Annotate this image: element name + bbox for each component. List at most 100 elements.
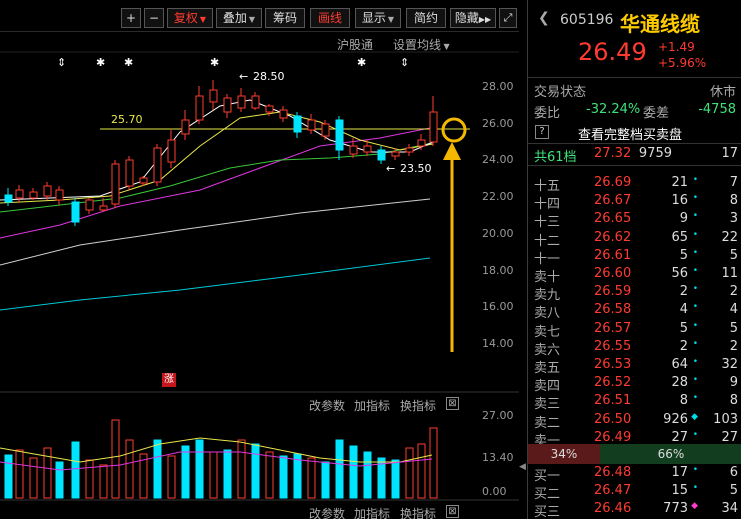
volume-bar [125,439,134,499]
ask-level-row[interactable]: 卖四 26.52 28 • 9 [528,374,741,395]
candle-body [349,145,358,155]
divider [528,143,741,144]
trade-status-label: 交易状态 [534,85,587,100]
level-label: 卖四 [534,379,561,395]
collapse-panel-icon[interactable]: ◀ [519,462,527,486]
ask-level-row[interactable]: 卖七 26.57 5 • 5 [528,320,741,340]
level-label: 十二 [534,233,561,249]
help-icon[interactable]: ? [535,125,549,139]
ask-level-row[interactable]: 卖六 26.55 2 • 2 [528,338,741,358]
change-params-button[interactable]: 改参数 [309,505,345,519]
level-price: 26.62 [594,229,632,245]
volume-bars-group [4,419,438,499]
level-label: 十四 [534,197,561,213]
ask-level-row[interactable]: 卖二 26.50 926 ◆ 103 [528,411,741,431]
hline-label: 25.70 [111,113,143,126]
bid-level-row[interactable]: 买三 26.46 773 ◆ 34 [528,500,741,519]
ask-level-row[interactable]: 卖三 26.51 8 • 8 [528,392,741,413]
volume-bar [405,447,414,499]
candle-body [391,151,400,157]
volume-bar [349,445,358,499]
marker-icon: ✱ [210,56,219,69]
bid-level-row[interactable]: 买二 26.47 15 • 5 [528,482,741,502]
order-dot-icon: • [692,229,698,240]
level-label: 卖十 [534,270,561,285]
level-price: 26.46 [594,501,632,517]
level-label: 卖六 [534,342,561,358]
candle-body [181,119,190,135]
change-params-button[interactable]: 改参数 [309,397,345,414]
level-count: 4 [729,302,738,318]
marker-icon: ✱ [96,56,105,69]
quote-panel: ❮ 605196 华通线缆 26.49 +1.49 +5.96% 交易状态 休市… [527,0,741,519]
candle-body [195,95,204,121]
switch-indicator-button[interactable]: 换指标 [400,397,436,414]
volume-bar [223,449,232,499]
volume-bar [55,461,64,499]
level-volume: 56 [671,266,688,281]
switch-indicator-button[interactable]: 换指标 [400,505,436,519]
volume-bar [15,449,24,499]
level-label: 买三 [534,505,561,519]
level-volume: 926 [663,411,688,427]
add-indicator-button[interactable]: 加指标 [354,397,390,414]
level-count: 34 [721,501,738,517]
ask-level-row[interactable]: 卖十 26.60 56 • 11 [528,265,741,285]
ask-level-row[interactable]: 十二 26.62 65 • 22 [528,229,741,249]
ask-level-row[interactable]: 卖五 26.53 64 • 32 [528,356,741,376]
order-dot-icon: • [692,302,698,313]
close-icon[interactable]: ⊠ [446,397,459,410]
candle-body [279,109,288,119]
level-volume: 4 [679,302,688,318]
candle-body [429,111,438,143]
ask-level-row[interactable]: 十一 26.61 5 • 5 [528,247,741,267]
add-indicator-button[interactable]: 加指标 [354,505,390,519]
level-volume: 65 [671,229,688,245]
level-count: 2 [729,284,738,300]
ask-level-row[interactable]: 卖九 26.59 2 • 2 [528,283,741,303]
level-count: 5 [729,247,738,263]
candle-body [71,201,80,223]
candle-body [29,191,38,199]
candlestick-chart[interactable]: 25.70 ← 28.50 ← 23.50 ⇕ ✱ ✱ ✱ ✱ ⇕ 28.00 … [0,0,519,519]
price-change: +1.49 [658,40,695,54]
level-label: 卖三 [534,397,561,413]
order-dot-icon: • [692,266,698,276]
bid-level-row[interactable]: 买一 26.48 17 • 6 [528,464,741,484]
ask-level-row[interactable]: 卖八 26.58 4 • 4 [528,301,741,321]
volume-bar [181,445,190,499]
level-count: 32 [721,357,738,372]
close-icon[interactable]: ⊠ [446,505,459,518]
volume-bar [307,457,316,499]
ratio-buy: 34% [528,444,600,464]
stock-code: 605196 [560,12,614,28]
ask-level-row[interactable]: 十五 26.69 21 • 7 [528,174,741,194]
y-tick: 18.00 [482,264,514,277]
level-label: 十五 [534,179,561,194]
candle-body [15,189,24,199]
ma-60-line [0,127,431,239]
total-levels-label: 共61档 [534,150,577,165]
candle-body [251,95,260,109]
level-count: 7 [729,175,738,190]
volume-bar [321,461,330,499]
ma-250-line [0,257,431,311]
weicha-value: -4758 [698,102,736,117]
order-dot-icon: • [692,338,698,349]
ask-level-row[interactable]: 十四 26.67 16 • 8 [528,192,741,213]
full-book-link[interactable]: 查看完整档买卖盘 [578,124,682,143]
level-count: 9 [729,375,738,391]
candle-body [139,177,148,184]
order-dot-icon: • [692,211,698,222]
order-dot-icon: • [692,465,698,475]
level-count: 11 [721,266,738,281]
back-icon[interactable]: ❮ [538,10,550,26]
level-price: 26.50 [594,411,632,427]
ask-level-row[interactable]: 十三 26.65 9 • 3 [528,210,741,230]
highlight-circle-icon [441,117,467,143]
low-arrow-icon: ← [386,162,395,175]
full-book-row[interactable]: ? 查看完整档买卖盘 [528,122,741,143]
volume-bar [167,455,176,499]
volume-bar [391,459,400,499]
volume-bar [335,439,344,499]
